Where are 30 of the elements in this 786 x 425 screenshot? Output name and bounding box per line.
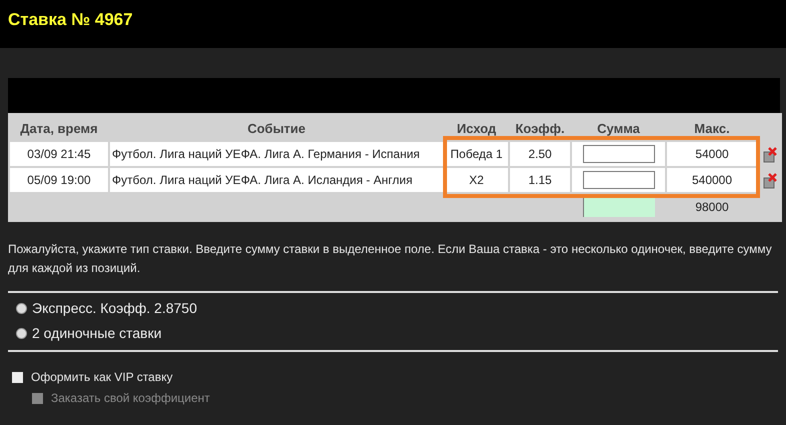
column-header: Исход xyxy=(444,113,509,141)
table-cell: X2 xyxy=(444,167,509,193)
table-cell: 2.50 xyxy=(509,141,571,167)
checkbox-label: Заказать свой коэффициент xyxy=(51,390,210,407)
amount-field[interactable] xyxy=(582,145,654,164)
column-header: Сумма xyxy=(571,113,666,141)
column-header: Макс. xyxy=(666,113,758,141)
column-header: Событие xyxy=(109,113,444,141)
column-header: Дата, время xyxy=(9,113,109,141)
table-cell: 54000 xyxy=(666,141,758,167)
column-header: Коэфф. xyxy=(509,113,571,141)
radio-label: 2 одиночные ставки xyxy=(32,324,162,343)
radio-button[interactable] xyxy=(16,328,27,338)
radio-button[interactable] xyxy=(16,302,27,314)
page-title: Ставка № 4967 xyxy=(8,9,134,31)
amount-field[interactable] xyxy=(582,171,654,190)
checkbox-label: Оформить как VIP ставку xyxy=(31,369,173,386)
table-cell: 05/09 19:00 xyxy=(9,167,109,193)
table-cell: 1.15 xyxy=(509,167,571,193)
checkbox[interactable] xyxy=(12,372,23,383)
radio-label: Экспресс. Коэфф. 2.8750 xyxy=(32,299,197,318)
table-cell: Футбол. Лига наций УЕФА. Лига А. Исландия - Англия xyxy=(109,167,444,193)
table-cell: 03/09 21:45 xyxy=(9,141,109,167)
table-cell: 540000 xyxy=(666,167,758,193)
table-cell: Победа 1 xyxy=(444,141,509,167)
total-amount-field xyxy=(582,197,654,217)
table-cell: Футбол. Лига наций УЕФА. Лига А. Германия - Испания xyxy=(109,141,444,167)
delete-icon[interactable] xyxy=(762,172,776,189)
instructions-text: Пожалуйста, укажите тип ставки. Введите сумму ставки в выделенное поле. Если Ваша ставка - это несколько одиночек, введите сумму для каждой из позиций. xyxy=(7,241,773,277)
delete-icon[interactable] xyxy=(762,146,776,163)
